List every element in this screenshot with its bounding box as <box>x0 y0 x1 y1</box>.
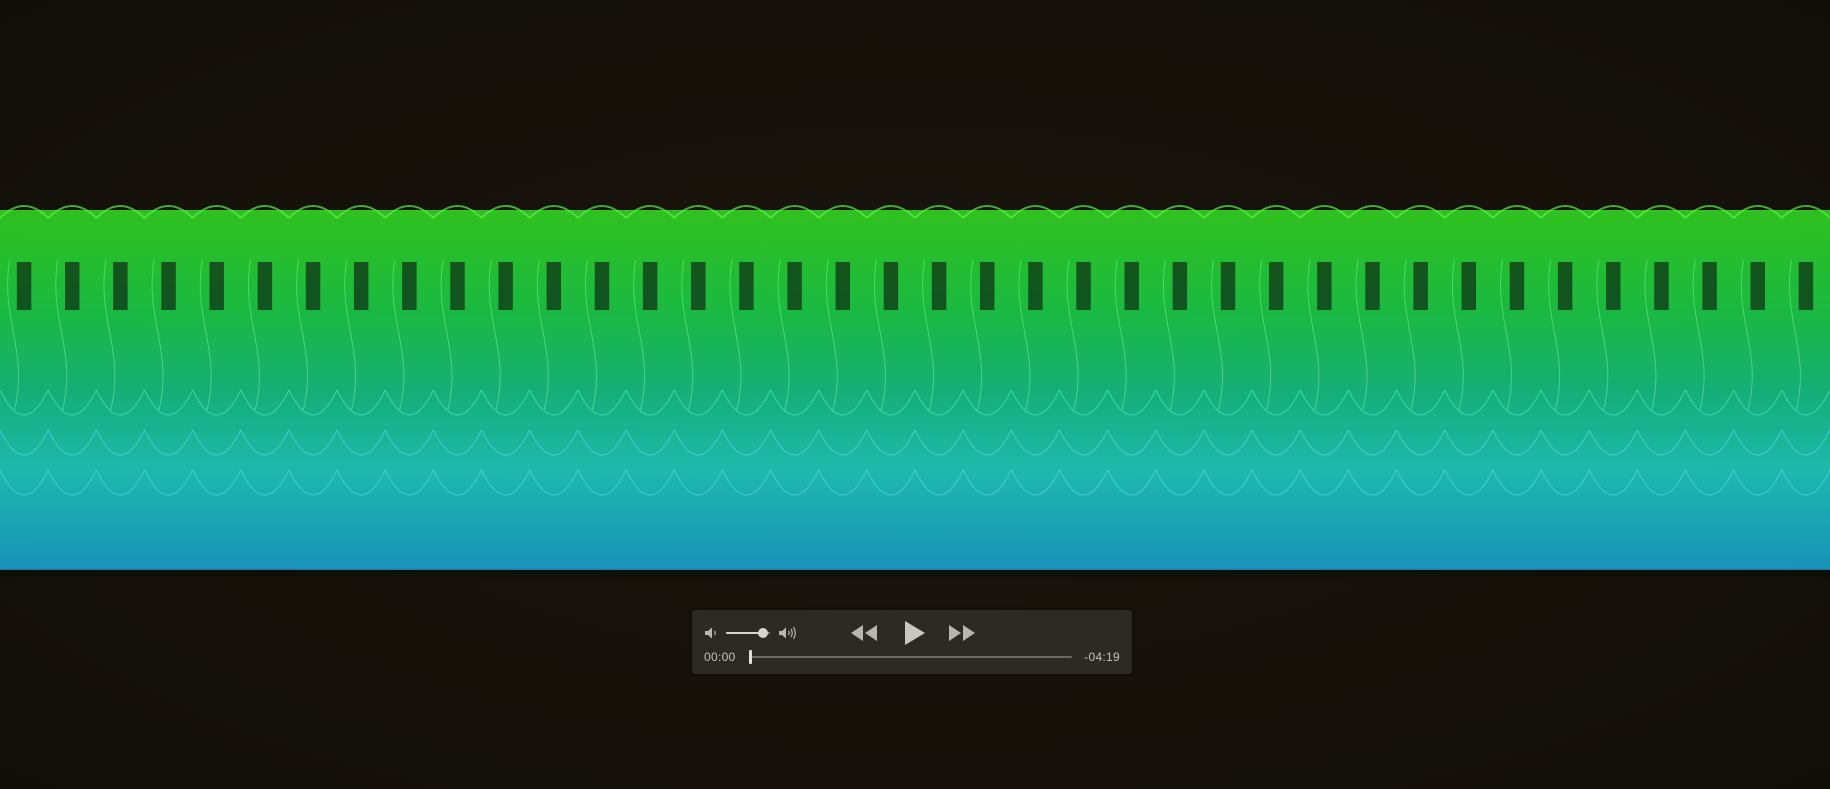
visualizer-gap <box>1268 262 1284 310</box>
media-stage: 00:00 -04:19 <box>0 0 1830 789</box>
remaining-time: -04:19 <box>1084 650 1120 664</box>
current-time: 00:00 <box>704 650 736 664</box>
audio-visualizer <box>0 205 1830 580</box>
visualizer-gap <box>1172 262 1188 310</box>
visualizer-gap <box>1365 262 1380 310</box>
visualizer-gap <box>1557 262 1573 310</box>
visualizer-gap <box>594 262 610 310</box>
visualizer-gap <box>642 262 658 310</box>
visualizer-gap <box>257 262 273 310</box>
visualizer-gap <box>1461 262 1477 310</box>
visualizer-gap <box>1413 262 1428 310</box>
visualizer-gap <box>1654 262 1669 310</box>
visualizer-gap <box>546 262 562 310</box>
visualizer-gap <box>931 262 947 310</box>
visualizer-gap <box>1702 262 1717 310</box>
visualizer-gap <box>65 262 80 310</box>
visualizer-gap <box>305 262 321 310</box>
visualizer-gap <box>113 262 128 310</box>
visualizer-gap <box>1028 262 1043 310</box>
visualizer-gap <box>1798 262 1814 310</box>
visualizer-gap <box>883 262 899 310</box>
visualizer-gap <box>498 262 513 310</box>
visualizer-gap <box>787 262 802 310</box>
visualizer-gap <box>1220 262 1236 310</box>
rewind-icon[interactable] <box>850 624 878 642</box>
visualizer-gap <box>1606 262 1621 310</box>
playhead[interactable] <box>749 650 752 664</box>
visualizer-gap <box>1076 262 1091 310</box>
volume-slider-knob[interactable] <box>758 628 769 638</box>
visualizer-gap <box>1509 262 1525 310</box>
visualizer-gap <box>980 262 995 310</box>
visualizer-gap <box>353 262 369 310</box>
visualizer-gap <box>450 262 465 310</box>
visualizer-gap <box>209 262 224 310</box>
visualizer-gap <box>739 262 754 310</box>
visualizer-gap <box>161 262 176 310</box>
visualizer-gap <box>16 262 32 310</box>
volume-slider[interactable] <box>726 628 770 638</box>
media-controls: 00:00 -04:19 <box>692 610 1132 674</box>
visualizer-gap <box>691 262 706 310</box>
visualizer-gap <box>1124 262 1139 310</box>
play-icon[interactable] <box>902 620 926 646</box>
visualizer-gap <box>835 262 850 310</box>
visualizer-gap <box>1317 262 1332 310</box>
progress-scrubber[interactable] <box>749 650 1072 664</box>
visualizer-gap <box>402 262 417 310</box>
visualizer-gap <box>1750 262 1765 310</box>
speaker-high-icon[interactable] <box>778 625 800 641</box>
speaker-low-icon[interactable] <box>704 626 720 640</box>
fast-forward-icon[interactable] <box>948 624 976 642</box>
